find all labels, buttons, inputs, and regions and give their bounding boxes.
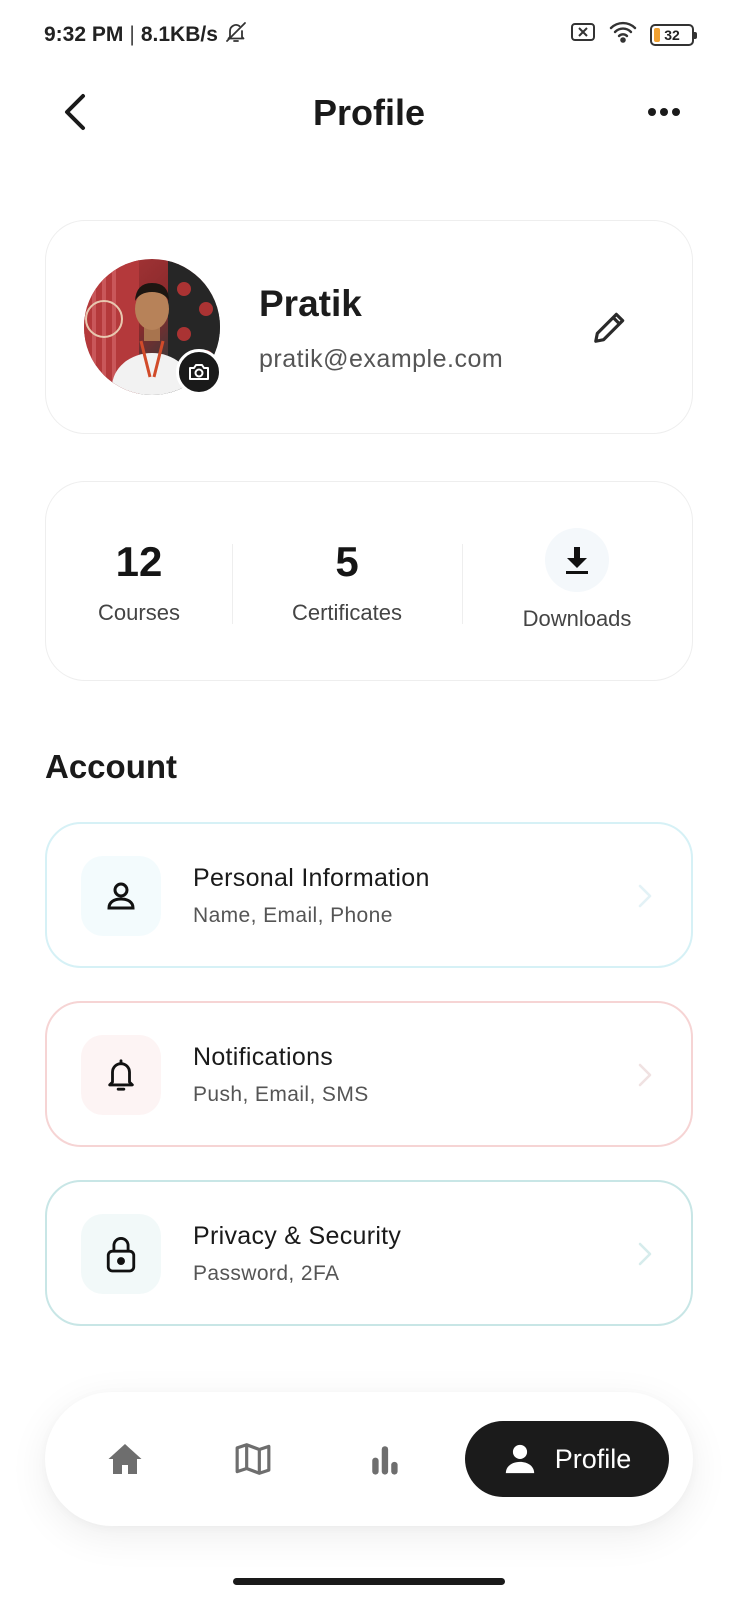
lock-icon xyxy=(106,1237,136,1273)
menu-item-title: Notifications xyxy=(193,1043,334,1071)
profile-name: Pratik xyxy=(259,283,362,324)
wifi-icon xyxy=(608,20,638,49)
nav-map-button[interactable] xyxy=(223,1429,283,1489)
download-button[interactable] xyxy=(545,528,609,592)
user-icon xyxy=(107,882,135,910)
user-icon xyxy=(505,1444,534,1474)
account-section-title: Account xyxy=(45,748,177,785)
status-right: 32 xyxy=(570,20,697,49)
menu-item-personal-information[interactable]: Personal Information Name, Email, Phone xyxy=(45,822,693,968)
edit-profile-button[interactable] xyxy=(586,303,634,351)
bell-off-icon xyxy=(224,20,248,50)
status-left: 9:32 PM | 8.1KB/s xyxy=(44,20,248,50)
menu-item-subtitle: Name, Email, Phone xyxy=(193,904,393,927)
home-icon xyxy=(108,1444,142,1474)
bar-chart-icon xyxy=(372,1446,398,1475)
chevron-right-icon xyxy=(633,1059,657,1091)
stat-courses-value: 12 xyxy=(115,538,163,585)
page-title: Profile xyxy=(312,92,426,133)
stat-courses[interactable]: 12 Courses xyxy=(46,482,232,682)
stat-certificates-label: Certificates xyxy=(291,600,403,625)
menu-item-title: Personal Information xyxy=(193,864,430,892)
map-icon xyxy=(235,1443,271,1475)
stat-certificates[interactable]: 5 Certificates xyxy=(232,482,462,682)
status-separator: | xyxy=(129,23,135,46)
nav-stats-button[interactable] xyxy=(355,1429,415,1489)
battery-icon: 32 xyxy=(650,23,697,46)
battery-level: 32 xyxy=(664,26,680,43)
chevron-right-icon xyxy=(633,1238,657,1270)
menu-item-privacy-security[interactable]: Privacy & Security Password, 2FA xyxy=(45,1180,693,1326)
more-options-button[interactable] xyxy=(642,90,686,134)
bottom-navigation: Profile xyxy=(45,1392,693,1526)
chevron-right-icon xyxy=(633,880,657,912)
network-speed: 8.1KB/s xyxy=(140,23,218,46)
menu-item-title: Privacy & Security xyxy=(193,1222,402,1250)
app-header: Profile xyxy=(0,78,738,148)
profile-card: Pratik pratik@example.com xyxy=(45,220,693,434)
status-time: 9:32 PM xyxy=(44,23,124,46)
home-indicator[interactable] xyxy=(233,1578,505,1585)
stat-courses-label: Courses xyxy=(98,600,180,625)
download-icon xyxy=(566,547,588,574)
menu-item-notifications[interactable]: Notifications Push, Email, SMS xyxy=(45,1001,693,1147)
menu-icon-box xyxy=(81,856,161,936)
stat-certificates-value: 5 xyxy=(335,538,359,585)
sim-x-icon xyxy=(570,21,596,48)
status-bar: 9:32 PM | 8.1KB/s 32 xyxy=(0,0,738,70)
menu-item-subtitle: Push, Email, SMS xyxy=(193,1083,369,1106)
more-horizontal-icon xyxy=(648,108,680,116)
pencil-icon xyxy=(594,312,625,343)
change-photo-button[interactable] xyxy=(176,349,222,395)
profile-email: pratik@example.com xyxy=(259,345,504,373)
nav-profile-button[interactable]: Profile xyxy=(465,1421,669,1497)
menu-item-subtitle: Password, 2FA xyxy=(193,1262,340,1285)
camera-icon xyxy=(189,364,209,380)
bell-icon xyxy=(108,1059,134,1091)
stat-downloads[interactable]: Downloads xyxy=(462,482,692,682)
menu-icon-box xyxy=(81,1035,161,1115)
avatar-container[interactable] xyxy=(84,259,222,395)
menu-icon-box xyxy=(81,1214,161,1294)
nav-home-button[interactable] xyxy=(95,1429,155,1489)
stats-card: 12 Courses 5 Certificates Downloads xyxy=(45,481,693,681)
stat-downloads-label: Downloads xyxy=(522,606,632,631)
nav-profile-label: Profile xyxy=(554,1443,632,1474)
